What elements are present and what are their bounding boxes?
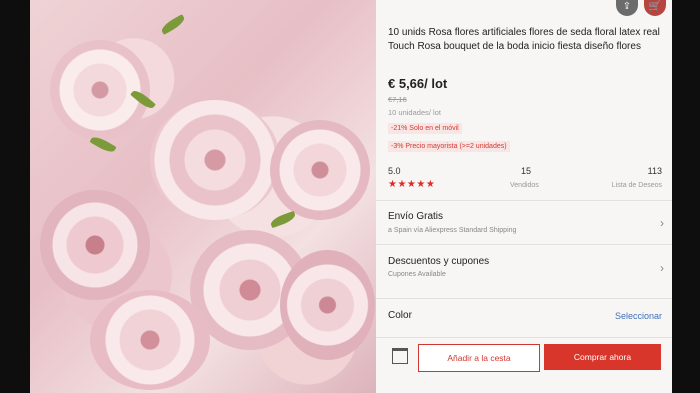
- rose-decoration: [280, 250, 375, 360]
- rose-decoration: [270, 120, 370, 220]
- product-title: 10 unids Rosa flores artificiales flores…: [388, 27, 660, 52]
- color-label: Color: [388, 310, 412, 321]
- coupons-row[interactable]: Descuentos y cupones Cupones Available ›: [376, 244, 672, 290]
- coupons-subtitle: Cupones Available: [388, 271, 446, 278]
- shipping-row[interactable]: Envío Gratis a Spain vía Aliexpress Stan…: [376, 200, 672, 244]
- store-icon[interactable]: [392, 348, 408, 364]
- rose-decoration: [150, 100, 280, 220]
- rating-stars[interactable]: ★★★★★: [388, 179, 435, 190]
- cart-icon[interactable]: 🛒: [644, 0, 666, 16]
- mobile-discount-badge: -21% Solo en el móvil: [388, 123, 462, 134]
- screen: ⇪ 🛒 10 unids Rosa flores artificiales fl…: [30, 0, 672, 393]
- buy-now-button[interactable]: Comprar ahora: [544, 344, 661, 370]
- sold-label: Vendidos: [510, 182, 539, 189]
- rating-value: 5.0: [388, 166, 401, 176]
- chevron-right-icon: ›: [660, 261, 664, 275]
- leaf-decoration: [159, 14, 187, 35]
- sold-count: 15: [521, 166, 532, 176]
- shipping-subtitle: a Spain vía Aliexpress Standard Shipping: [388, 227, 517, 234]
- unit-info: 10 unidades/ lot: [388, 108, 441, 117]
- wishlist-count: 113: [647, 166, 662, 176]
- shipping-title: Envío Gratis: [388, 211, 444, 222]
- divider: [376, 298, 672, 299]
- rose-decoration: [40, 190, 150, 300]
- coupons-title: Descuentos y cupones: [388, 256, 490, 267]
- chevron-right-icon: ›: [660, 216, 664, 230]
- product-detail-panel: ⇪ 🛒 10 unids Rosa flores artificiales fl…: [376, 0, 672, 393]
- wholesale-discount-badge: -3% Precio mayorista (>=2 unidades): [388, 141, 510, 152]
- product-image[interactable]: [30, 0, 376, 393]
- share-icon[interactable]: ⇪: [616, 0, 638, 16]
- color-select-link[interactable]: Seleccionar: [615, 311, 662, 321]
- product-price: € 5,66/ lot: [388, 76, 448, 91]
- bottom-action-bar: Añadir a la cesta Comprar ahora: [376, 337, 672, 386]
- original-price: €7,16: [388, 95, 407, 104]
- wishlist-label[interactable]: Lista de Deseos: [612, 182, 662, 189]
- add-to-cart-button[interactable]: Añadir a la cesta: [418, 344, 540, 372]
- top-actions: ⇪ 🛒: [616, 0, 666, 16]
- rose-decoration: [90, 290, 210, 390]
- leaf-decoration: [269, 210, 297, 229]
